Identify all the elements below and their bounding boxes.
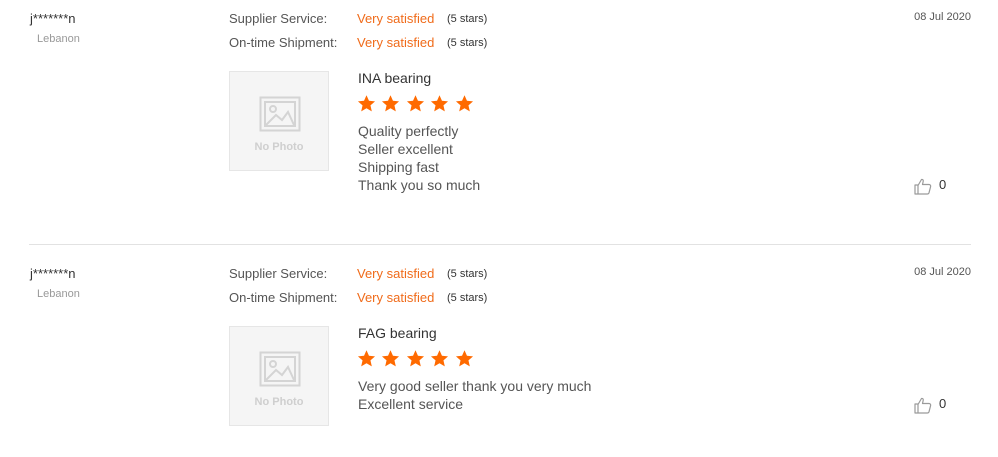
- product-name: FAG bearing: [358, 325, 437, 341]
- thumbs-up-icon: [914, 397, 932, 414]
- rating-value: Very satisfied: [357, 266, 435, 281]
- comment-line: Very good seller thank you very much: [358, 378, 592, 394]
- rating-label: Supplier Service:: [229, 266, 328, 281]
- star-icon: [431, 95, 449, 112]
- rating-stars-text: (5 stars): [447, 292, 488, 304]
- no-photo-text: No Photo: [254, 396, 304, 408]
- star-icon: [455, 350, 473, 367]
- reviewer-name: j*******n: [30, 11, 76, 26]
- no-photo-text: No Photo: [254, 141, 304, 153]
- review-photo[interactable]: No Photo: [229, 71, 329, 171]
- rating-label: On-time Shipment:: [229, 290, 338, 305]
- star-icon: [357, 350, 376, 367]
- star-icon: [382, 95, 400, 112]
- like-button[interactable]: 0: [914, 176, 954, 196]
- image-placeholder-icon: [259, 351, 301, 387]
- star-icon: [455, 95, 473, 112]
- review-date: 08 Jul 2020: [914, 266, 971, 278]
- rating-label: Supplier Service:: [229, 11, 328, 26]
- product-name: INA bearing: [358, 70, 432, 86]
- comment-line: Quality perfectly: [358, 123, 459, 139]
- rating-value: Very satisfied: [357, 11, 435, 26]
- reviewer-country: Lebanon: [37, 33, 80, 45]
- comment-line: Excellent service: [358, 396, 464, 412]
- star-icon: [382, 350, 400, 367]
- star-icon: [357, 95, 376, 112]
- review-comment: Quality perfectly Seller excellent Shipp…: [358, 122, 480, 194]
- rating-label: On-time Shipment:: [229, 35, 338, 50]
- review-photo[interactable]: No Photo: [229, 326, 329, 426]
- image-placeholder-icon: [259, 96, 301, 132]
- like-count: 0: [939, 396, 947, 411]
- comment-line: Shipping fast: [358, 159, 439, 175]
- rating-stars-text: (5 stars): [447, 268, 488, 280]
- like-button[interactable]: 0: [914, 395, 954, 415]
- comment-line: Thank you so much: [358, 177, 481, 193]
- rating-value: Very satisfied: [357, 290, 435, 305]
- review-divider: [29, 244, 971, 245]
- review-comment: Very good seller thank you very much Exc…: [358, 377, 591, 413]
- rating-stars-text: (5 stars): [447, 37, 488, 49]
- star-rating: [357, 349, 475, 369]
- review-date: 08 Jul 2020: [914, 11, 971, 23]
- rating-stars-text: (5 stars): [447, 13, 488, 25]
- reviewer-name: j*******n: [30, 266, 76, 281]
- star-icon: [406, 350, 424, 367]
- comment-line: Seller excellent: [358, 141, 453, 157]
- thumbs-up-icon: [914, 178, 932, 195]
- like-count: 0: [939, 177, 947, 192]
- star-icon: [431, 350, 449, 367]
- star-icon: [406, 95, 424, 112]
- rating-value: Very satisfied: [357, 35, 435, 50]
- reviewer-country: Lebanon: [37, 288, 80, 300]
- star-rating: [357, 94, 475, 114]
